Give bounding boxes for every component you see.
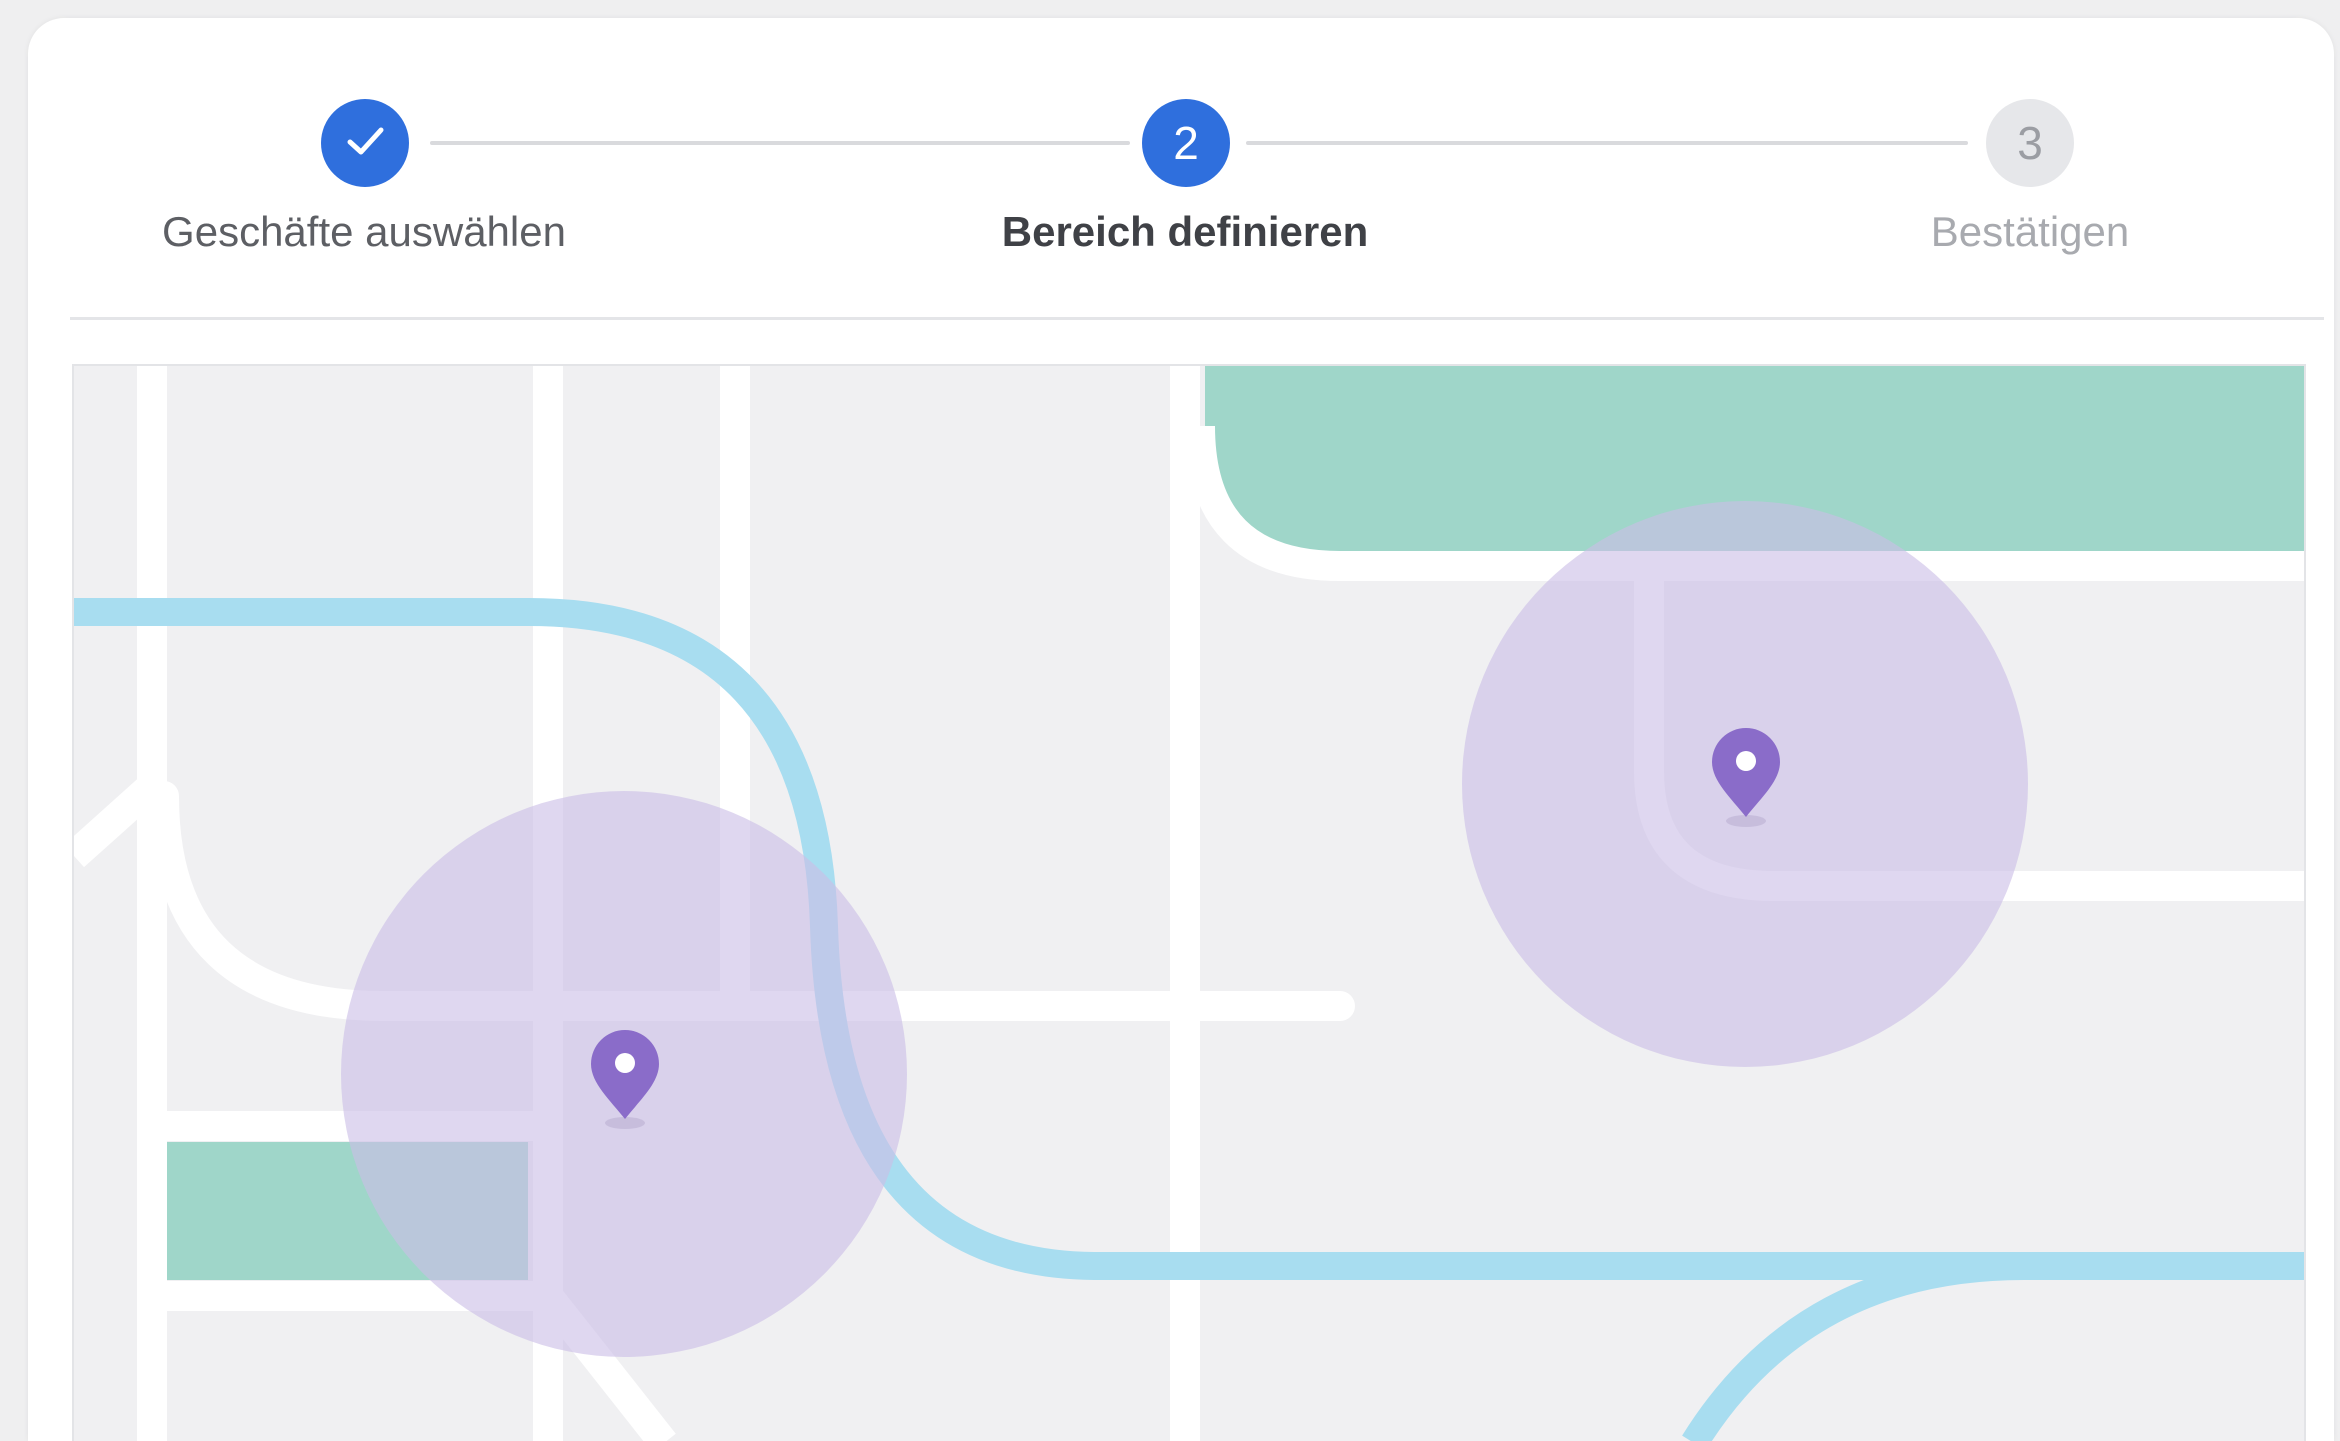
- step-2-label: Bereich definieren: [1001, 208, 1369, 255]
- area-map[interactable]: [72, 364, 2306, 1441]
- step-3-label: Bestätigen: [1930, 208, 2130, 255]
- progress-stepper: Geschäfte auswählen 2 Bereich definieren…: [28, 18, 2334, 308]
- step-3-number: 3: [2017, 117, 2043, 169]
- header-divider: [70, 317, 2324, 320]
- step-2-indicator: 2: [1142, 99, 1230, 187]
- step-1-indicator[interactable]: [321, 99, 409, 187]
- step-1-label[interactable]: Geschäfte auswählen: [162, 206, 566, 258]
- check-icon: [340, 116, 390, 171]
- map-illustration: [74, 366, 2304, 1441]
- step-3-indicator: 3: [1986, 99, 2074, 187]
- step-connector-1: [430, 141, 1130, 145]
- define-area-card: Geschäfte auswählen 2 Bereich definieren…: [28, 18, 2334, 1441]
- step-2-number: 2: [1173, 117, 1199, 169]
- step-connector-2: [1246, 141, 1968, 145]
